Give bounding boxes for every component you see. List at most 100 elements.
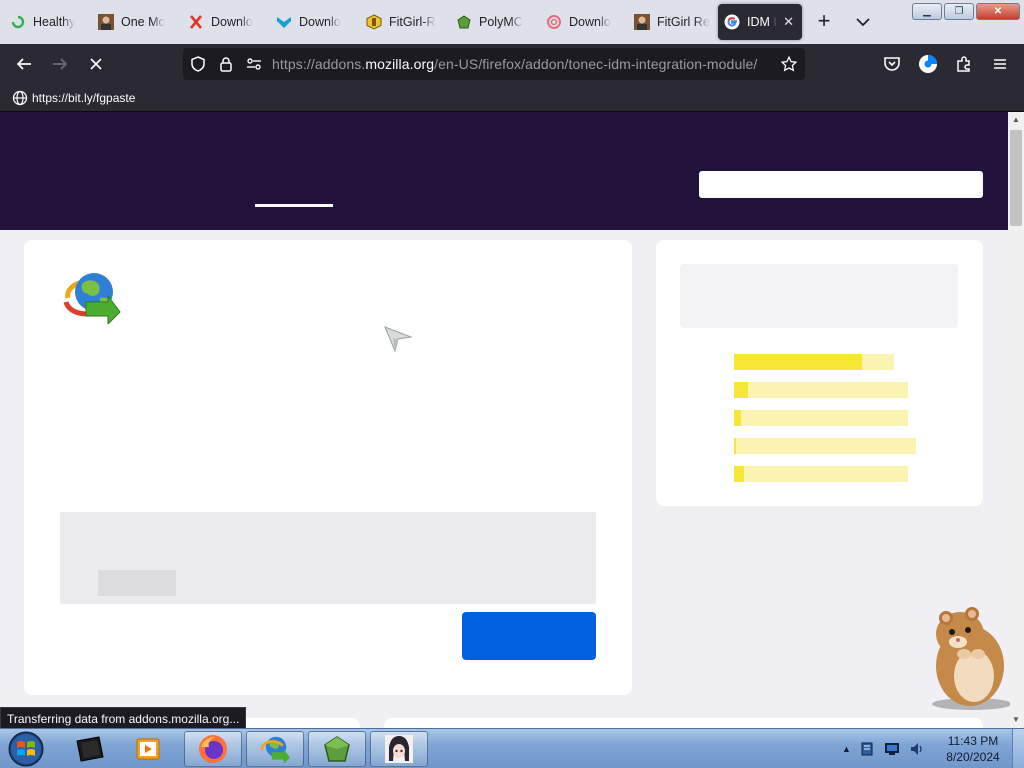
list-all-tabs-button[interactable]	[852, 12, 874, 32]
tab-label: IDM I	[747, 15, 777, 29]
status-panel: Transferring data from addons.mozilla.or…	[0, 707, 247, 729]
shield-icon[interactable]	[190, 56, 206, 72]
tab-label: One Mo	[121, 15, 166, 29]
tab-idm-active[interactable]: IDM I ✕	[718, 4, 802, 40]
tab-polymc[interactable]: PolyMC	[450, 4, 534, 40]
site-header	[0, 112, 1008, 230]
add-to-firefox-button[interactable]	[462, 612, 596, 660]
firefox-app-icon	[199, 735, 227, 763]
pocket-icon	[884, 57, 900, 71]
addon-info-card	[24, 240, 632, 695]
scroll-down-arrow-icon[interactable]: ▼	[1008, 712, 1024, 728]
red-x-icon	[188, 14, 204, 30]
account-button[interactable]	[916, 52, 940, 76]
tab-label: Healthy	[33, 15, 76, 29]
page-scrollbar[interactable]: ▲ ▼	[1008, 112, 1024, 728]
tab-strip: Healthy One Mo Downlo Downlo FitGirl-R P…	[0, 0, 1024, 44]
rating-summary-placeholder	[680, 264, 958, 328]
clock-date: 8/20/2024	[946, 750, 1000, 764]
taskbar-firefox[interactable]	[184, 731, 242, 767]
extensions-button[interactable]	[952, 52, 976, 76]
close-tab-icon[interactable]: ✕	[783, 14, 794, 30]
description-placeholder	[60, 512, 596, 604]
scrollbar-thumb[interactable]	[1010, 130, 1022, 226]
taskbar-idm[interactable]	[246, 731, 304, 767]
bookmarks-toolbar: https://bit.ly/fgpaste	[0, 84, 1024, 112]
coin-icon	[366, 14, 382, 30]
globe-icon	[12, 90, 28, 106]
site-search-input[interactable]	[699, 171, 983, 198]
tab-download-3[interactable]: Downlo	[540, 4, 624, 40]
menu-button[interactable]	[988, 52, 1012, 76]
idm-logo-icon	[62, 268, 122, 326]
media-player-app-icon	[136, 738, 160, 760]
tab-one-more[interactable]: One Mo	[92, 4, 176, 40]
blue-arrow-icon	[276, 14, 292, 30]
rating-bar-fill	[734, 354, 862, 370]
tab-label: PolyMC	[479, 15, 523, 29]
pocket-button[interactable]	[880, 52, 904, 76]
tab-label: Downlo	[569, 15, 611, 29]
tab-label: FitGirl-R	[389, 15, 436, 29]
ratings-card	[656, 240, 983, 506]
tab-healthy[interactable]: Healthy	[4, 4, 88, 40]
network-icon[interactable]	[883, 741, 901, 757]
bookmark-label: https://bit.ly/fgpaste	[32, 91, 136, 105]
tab-label: Downlo	[299, 15, 341, 29]
url-bar[interactable]: https://addons.mozilla.org/en-US/firefox…	[183, 48, 805, 80]
url-domain: mozilla.org	[365, 56, 435, 72]
tab-fitgirl-2[interactable]: FitGirl Re	[628, 4, 712, 40]
rating-bar-5	[734, 354, 894, 370]
show-desktop-button[interactable]	[1012, 729, 1024, 768]
mouse-pointer-icon	[383, 325, 413, 353]
new-tab-button[interactable]: +	[812, 10, 836, 34]
speaker-icon[interactable]	[909, 741, 925, 757]
terminal-app-icon	[76, 736, 104, 762]
tab-fitgirl-1[interactable]: FitGirl-R	[360, 4, 444, 40]
rating-bar-fill	[734, 410, 741, 426]
star-icon[interactable]	[780, 55, 798, 72]
action-center-flag-icon[interactable]	[859, 741, 875, 757]
permissions-icon[interactable]	[246, 56, 262, 72]
bookmark-item[interactable]: https://bit.ly/fgpaste	[12, 90, 135, 106]
show-hidden-icons-icon[interactable]: ▲	[842, 744, 851, 754]
google-icon	[724, 14, 740, 30]
rating-bar-fill	[734, 466, 745, 482]
windows-taskbar: ▲ 11:43 PM 8/20/2024	[0, 728, 1024, 768]
tab-download-1[interactable]: Downlo	[182, 4, 266, 40]
hamburger-menu-icon	[994, 59, 1006, 69]
taskbar-anime-avatar[interactable]	[370, 731, 428, 767]
rating-bar-1	[734, 466, 908, 482]
stop-button[interactable]	[84, 52, 108, 76]
start-button[interactable]	[4, 730, 48, 768]
puzzle-icon	[957, 56, 970, 72]
taskbar-media-player[interactable]	[120, 731, 178, 767]
restore-button[interactable]: ❐	[944, 3, 974, 20]
scroll-up-arrow-icon[interactable]: ▲	[1008, 112, 1024, 128]
pink-swirl-icon	[546, 14, 562, 30]
chevron-down-icon	[856, 18, 870, 27]
window-controls: ▁ ❐ ✕	[912, 3, 1020, 20]
url-prefix: https://addons.	[272, 56, 366, 72]
rating-bar-3	[734, 410, 908, 426]
forward-button[interactable]	[48, 52, 72, 76]
taskbar-terminal[interactable]	[60, 731, 118, 767]
back-button[interactable]	[12, 52, 36, 76]
rating-bar-fill	[734, 382, 748, 398]
lock-icon[interactable]	[218, 56, 234, 72]
avatar-icon	[98, 14, 114, 30]
green-ring-icon	[10, 14, 26, 30]
url-text[interactable]: https://addons.mozilla.org/en-US/firefox…	[272, 56, 757, 72]
text-placeholder	[98, 570, 176, 596]
hamster-mascot-icon	[920, 604, 1012, 712]
close-window-button[interactable]: ✕	[976, 3, 1020, 20]
minimize-button[interactable]: ▁	[912, 3, 942, 20]
system-clock[interactable]: 11:43 PM 8/20/2024	[935, 733, 1011, 765]
tab-label: FitGirl Re	[657, 15, 710, 29]
url-path: /en-US/firefox/addon/tonec-idm-integrati…	[434, 56, 758, 72]
account-avatar-icon	[919, 55, 937, 73]
tab-download-2[interactable]: Downlo	[270, 4, 354, 40]
stop-x-icon	[90, 58, 102, 70]
windows-orb-icon	[8, 731, 44, 767]
taskbar-polymc[interactable]	[308, 731, 366, 767]
